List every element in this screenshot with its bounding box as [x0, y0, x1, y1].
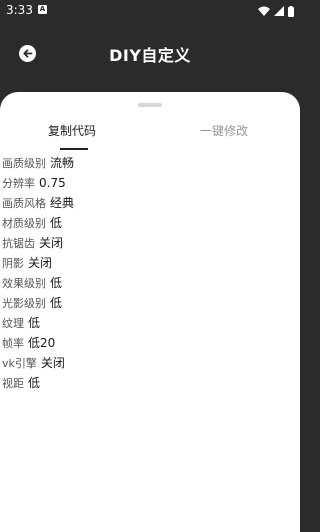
- signal-icon: [274, 6, 284, 16]
- app-header: DIY自定义: [0, 22, 300, 92]
- setting-row-frame-rate: 帧率 低20: [2, 332, 298, 352]
- status-bar: 3:33 A: [0, 0, 300, 22]
- setting-label: vk引擎: [2, 357, 37, 370]
- battery-icon: [288, 5, 294, 17]
- setting-value: 经典: [50, 196, 75, 210]
- bottom-sheet: 复制代码 一键修改 画质级别 流畅 分辨率 0.75 画质风格 经典 材质级别低 抗锯…: [0, 92, 300, 532]
- tab-one-click-modify[interactable]: 一键修改: [200, 122, 248, 139]
- setting-value: 流畅: [50, 156, 75, 170]
- setting-value: 低: [28, 316, 41, 330]
- setting-label: 帧率: [2, 337, 24, 350]
- tab-bar: 复制代码 一键修改: [0, 116, 300, 152]
- setting-row-shadow: 阴影 关闭: [2, 252, 298, 272]
- setting-label: 画质级别: [2, 157, 46, 170]
- status-time: 3:33: [6, 3, 33, 17]
- page-title: DIY自定义: [109, 46, 191, 65]
- setting-row-view-distance: 视距低: [2, 372, 298, 392]
- setting-value: 关闭: [40, 356, 65, 370]
- wifi-icon: [258, 6, 270, 16]
- tab-copy-code[interactable]: 复制代码: [48, 122, 96, 139]
- drag-handle[interactable]: [138, 103, 162, 107]
- setting-row-material-level: 材质级别低: [2, 212, 298, 232]
- setting-value: 低20: [28, 336, 56, 350]
- setting-label: 光影级别: [2, 297, 46, 310]
- setting-label: 视距: [2, 377, 24, 390]
- setting-label: 纹理: [2, 317, 24, 330]
- status-indicators: [258, 5, 294, 17]
- setting-value: 关闭: [39, 236, 64, 250]
- setting-label: 抗锯齿: [2, 237, 35, 250]
- setting-row-graphics-level: 画质级别 流畅: [2, 152, 298, 172]
- setting-row-vk-engine: vk引擎 关闭: [2, 352, 298, 372]
- setting-label: 阴影: [2, 257, 24, 270]
- setting-row-lighting-level: 光影级别低: [2, 292, 298, 312]
- setting-value: 低: [50, 296, 63, 310]
- setting-value: 低: [50, 216, 63, 230]
- setting-label: 画质风格: [2, 197, 46, 210]
- setting-row-texture: 纹理低: [2, 312, 298, 332]
- setting-row-resolution: 分辨率 0.75: [2, 172, 298, 192]
- setting-label: 分辨率: [2, 177, 35, 190]
- notification-app-icon: A: [38, 5, 47, 14]
- setting-value: 低: [28, 376, 41, 390]
- setting-value: 关闭: [28, 256, 53, 270]
- settings-list: 画质级别 流畅 分辨率 0.75 画质风格 经典 材质级别低 抗锯齿 关闭 阴影 关闭 效…: [2, 152, 298, 392]
- setting-value: 0.75: [39, 176, 66, 190]
- setting-row-anti-aliasing: 抗锯齿 关闭: [2, 232, 298, 252]
- active-tab-indicator: [60, 148, 88, 150]
- setting-row-effect-level: 效果级别低: [2, 272, 298, 292]
- setting-row-graphics-style: 画质风格 经典: [2, 192, 298, 212]
- setting-value: 低: [50, 276, 63, 290]
- setting-label: 效果级别: [2, 277, 46, 290]
- setting-label: 材质级别: [2, 217, 46, 230]
